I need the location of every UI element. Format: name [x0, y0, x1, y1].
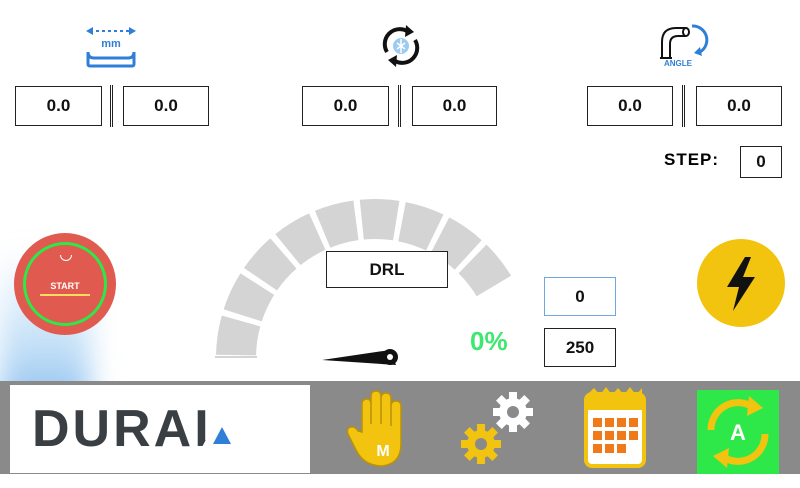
angle-value-1[interactable]: 0.0 — [587, 86, 673, 126]
mm-width-icon: mm — [86, 27, 136, 68]
rotation-value-2[interactable]: 0.0 — [412, 86, 497, 126]
calendar-cell — [593, 431, 602, 440]
calendar-cell — [629, 431, 638, 440]
calendar-cell — [605, 431, 614, 440]
calendar-button[interactable] — [580, 384, 650, 474]
manual-letter: M — [376, 443, 389, 460]
calendar-cell — [629, 418, 638, 427]
rotation-value-1[interactable]: 0.0 — [302, 86, 389, 126]
start-button[interactable]: START — [14, 233, 116, 335]
mode-display[interactable]: DRL — [326, 251, 448, 288]
mm-label: mm — [101, 38, 121, 50]
start-underline — [40, 294, 90, 296]
step-value[interactable]: 0 — [740, 146, 782, 178]
calendar-cell — [605, 418, 614, 427]
dural-logo-text: DURAL — [32, 400, 229, 458]
calendar-icon — [584, 387, 646, 468]
calendar-cell — [617, 418, 626, 427]
step-label: STEP: — [664, 150, 720, 169]
start-label: START — [50, 281, 80, 291]
calendar-cell — [593, 444, 602, 453]
auto-mode-button[interactable]: A — [697, 387, 779, 477]
calendar-cell — [617, 431, 626, 440]
percent-readout: 0% — [470, 326, 508, 356]
divider — [398, 85, 401, 127]
calendar-cell — [593, 418, 602, 427]
angle-label: ANGLE — [664, 59, 693, 68]
current-value-field[interactable]: 0 — [544, 277, 616, 316]
gauge-base — [215, 356, 257, 358]
angle-icon: ANGLE — [660, 24, 709, 68]
hand-icon: M — [346, 390, 402, 467]
divider — [110, 85, 113, 127]
manual-mode-button[interactable]: M — [340, 384, 420, 474]
width-value-2[interactable]: 0.0 — [123, 86, 209, 126]
calendar-cell — [617, 444, 626, 453]
width-value-1[interactable]: 0.0 — [15, 86, 102, 126]
max-value-field[interactable]: 250 — [544, 328, 616, 367]
auto-letter: A — [730, 420, 746, 445]
rotation-icon — [382, 25, 420, 67]
divider — [682, 85, 685, 127]
settings-button[interactable] — [455, 384, 545, 474]
logo-panel: DURAL — [10, 385, 310, 473]
calendar-cell — [605, 444, 614, 453]
gauge-needle — [322, 349, 398, 365]
lightning-icon — [727, 257, 755, 311]
angle-value-2[interactable]: 0.0 — [696, 86, 782, 126]
auto-cycle-icon: A — [697, 390, 779, 474]
gears-icon — [461, 392, 533, 464]
gauge-segment — [357, 197, 402, 243]
dural-logo: DURAL — [32, 400, 242, 458]
power-button[interactable] — [697, 239, 785, 327]
